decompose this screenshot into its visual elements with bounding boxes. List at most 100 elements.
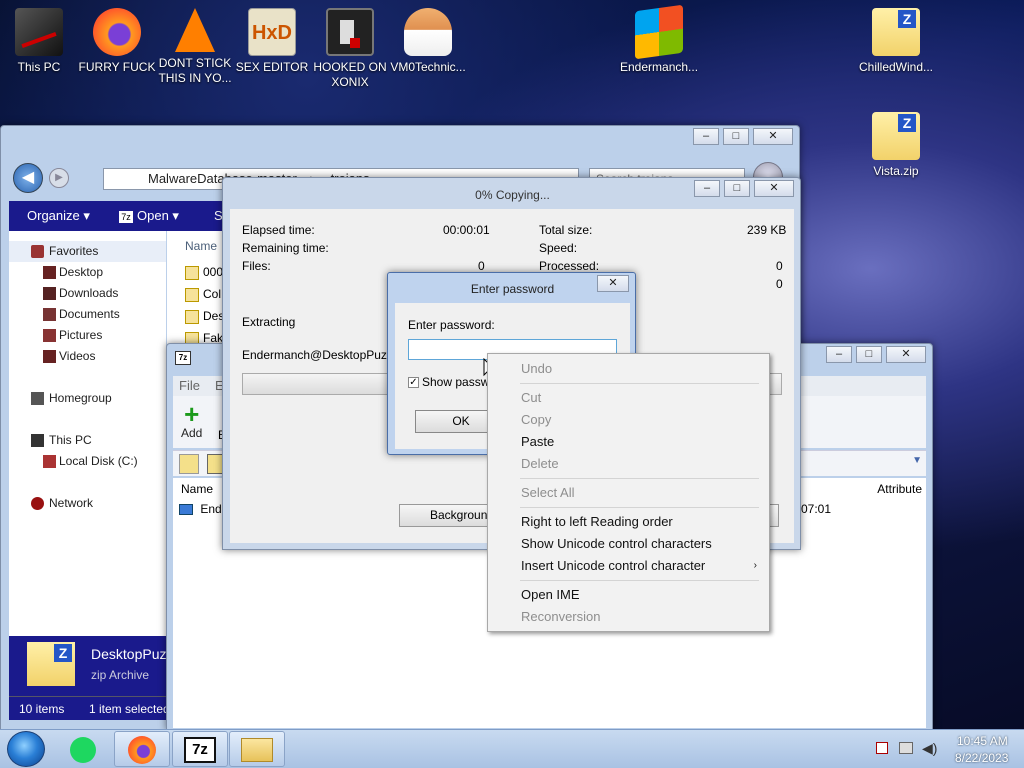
desktop-icon-label: ChilledWind... — [858, 60, 934, 74]
maximize-button[interactable]: □ — [723, 128, 749, 145]
menu-paste[interactable]: Paste — [488, 431, 769, 453]
processed-label: Processed: — [539, 259, 600, 273]
total-size-label: Total size: — [539, 223, 593, 237]
file-icon — [179, 504, 193, 516]
close-button[interactable]: ✕ — [597, 275, 629, 292]
up-folder-icon[interactable] — [179, 454, 199, 474]
vlc-cone-icon — [175, 8, 215, 52]
extract-path: Endermanch@DesktopPuzzle. — [242, 348, 406, 362]
desktop-icon-label: Vista.zip — [873, 164, 919, 178]
elapsed-label: Elapsed time: — [242, 223, 315, 237]
add-button[interactable]: + Add — [181, 401, 202, 440]
tray-volume-icon[interactable]: ◀) — [922, 740, 937, 757]
taskbar-app-7zip[interactable]: 7z — [172, 731, 228, 767]
file-row[interactable]: Col — [185, 287, 221, 302]
close-button[interactable]: ✕ — [886, 346, 926, 363]
file-row[interactable]: 000 — [185, 265, 223, 280]
desktop-icon-label: VM0Technic... — [390, 60, 466, 74]
menu-separator — [520, 383, 759, 384]
forward-button[interactable]: ▶ — [49, 168, 69, 188]
menu-open-ime[interactable]: Open IME — [488, 584, 769, 606]
nav-downloads[interactable]: Downloads — [9, 283, 166, 304]
desktop-icon-endermanch[interactable]: Endermanch... — [620, 4, 699, 75]
desktop-icon-this-pc[interactable]: This PC — [0, 8, 78, 75]
speed-label: Speed: — [539, 241, 578, 255]
zip-folder-icon: Z — [872, 8, 920, 56]
open-button[interactable]: 7z Open ▾ — [119, 201, 179, 231]
nav-documents[interactable]: Documents — [9, 304, 166, 325]
homegroup-icon — [31, 392, 44, 405]
zip-file-icon — [185, 309, 199, 324]
minimize-button[interactable]: ‒ — [826, 346, 852, 363]
menu-show-unicode[interactable]: Show Unicode control characters — [488, 533, 769, 555]
navigation-pane: Favorites Desktop Downloads Documents Pi… — [9, 231, 166, 636]
menu-file[interactable]: File — [179, 376, 200, 396]
desktop-icon-vista-zip[interactable]: Z Vista.zip — [857, 112, 935, 179]
desktop-icon-label: Endermanch... — [620, 60, 699, 74]
desktop-icon — [43, 266, 56, 279]
hxd-icon: HxD — [248, 8, 296, 56]
menu-insert-unicode[interactable]: Insert Unicode control character › — [488, 555, 769, 577]
drive-icon — [43, 455, 56, 468]
taskbar-app-explorer[interactable] — [229, 731, 285, 767]
menu-rtl-reading-order[interactable]: Right to left Reading order — [488, 511, 769, 533]
nav-favorites[interactable]: Favorites — [9, 241, 166, 262]
close-button[interactable]: ✕ — [754, 180, 794, 197]
desktop-icon-furry[interactable]: FURRY FUCK — [78, 8, 156, 75]
desktop-icon-chilledwind[interactable]: Z ChilledWind... — [857, 8, 935, 75]
nav-network[interactable]: Network — [9, 493, 166, 514]
menu-separator — [520, 580, 759, 581]
zip-folder-icon: Z — [27, 642, 75, 686]
menu-insert-unicode-label: Insert Unicode control character — [521, 558, 706, 573]
total-size-value: 239 KB — [747, 223, 787, 237]
file-row[interactable]: Des — [185, 309, 224, 324]
clock-date[interactable]: 8/22/2023 — [955, 751, 1008, 765]
zip-file-icon — [185, 265, 199, 280]
start-button[interactable] — [7, 731, 45, 767]
status-selected: 1 item selected — [89, 702, 170, 716]
chat-icon — [70, 737, 96, 763]
nav-homegroup[interactable]: Homegroup — [9, 388, 166, 409]
processed-value: 0 — [776, 259, 783, 273]
clock-time[interactable]: 10:45 AM — [957, 734, 1008, 748]
desktop-icon-xonix[interactable]: HOOKED ON XONIX — [311, 8, 389, 90]
details-type: zip Archive — [91, 668, 150, 682]
elapsed-value: 00:00:01 — [443, 223, 490, 237]
taskbar-app-messenger[interactable] — [57, 731, 113, 767]
status-bar: 10 items 1 item selected — [9, 696, 170, 720]
computer-icon — [15, 8, 63, 56]
column-header-attribute[interactable]: Attribute — [877, 482, 922, 496]
details-pane: Z DesktopPuz zip Archive — [9, 636, 166, 696]
tray-flag-icon[interactable] — [876, 742, 888, 754]
tray-network-icon[interactable] — [899, 742, 913, 754]
desktop-icon-dont-stick[interactable]: DONT STICK THIS IN YO... — [156, 8, 234, 86]
menu-copy: Copy — [521, 412, 552, 427]
context-menu: Undo Cut Copy Paste Delete Select All Ri… — [487, 353, 770, 632]
pictures-icon — [43, 329, 56, 342]
desktop-icon-vm0[interactable]: VM0Technic... — [389, 8, 467, 75]
network-icon — [31, 497, 44, 510]
nav-this-pc[interactable]: This PC — [9, 430, 166, 451]
videos-icon — [43, 350, 56, 363]
taskbar-app-firefox[interactable] — [114, 731, 170, 767]
nav-pictures[interactable]: Pictures — [9, 325, 166, 346]
chevron-down-icon[interactable]: ▼ — [912, 455, 922, 466]
back-button[interactable]: ◀ — [13, 163, 43, 193]
explorer-title-buttons: ‒ □ ✕ — [693, 128, 793, 145]
windows-logo-icon — [635, 4, 683, 60]
column-header-name[interactable]: Name — [185, 239, 217, 253]
organize-button[interactable]: Organize ▾ — [27, 201, 90, 231]
desktop-icon-sex-editor[interactable]: HxD SEX EDITOR — [233, 8, 311, 75]
minimize-button[interactable]: ‒ — [693, 128, 719, 145]
maximize-button[interactable]: □ — [724, 180, 750, 197]
nav-local-disk[interactable]: Local Disk (C:) — [9, 451, 166, 472]
sevenzip-title-buttons: ‒ □ ✕ — [826, 346, 926, 363]
maximize-button[interactable]: □ — [856, 346, 882, 363]
column-header-name[interactable]: Name — [181, 482, 213, 496]
nav-videos[interactable]: Videos — [9, 346, 166, 367]
minimize-button[interactable]: ‒ — [694, 180, 720, 197]
nav-desktop[interactable]: Desktop — [9, 262, 166, 283]
compressed-value: 0 — [776, 277, 783, 291]
close-button[interactable]: ✕ — [753, 128, 793, 145]
7z-window-icon: 7z — [175, 351, 191, 365]
